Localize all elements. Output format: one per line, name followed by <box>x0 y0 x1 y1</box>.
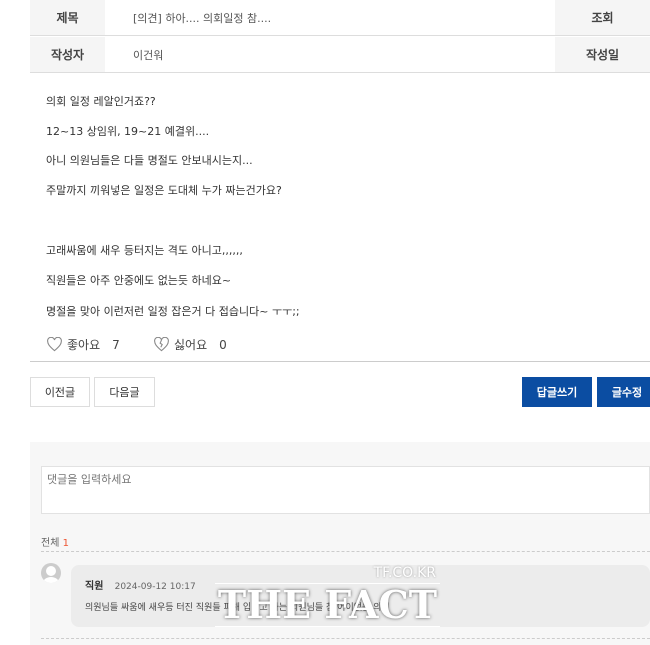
comment-author: 직원 <box>85 581 104 592</box>
comment-input[interactable] <box>41 466 650 514</box>
prev-post-button[interactable]: 이전글 <box>30 377 90 407</box>
user-icon <box>43 566 59 583</box>
body-line: 아니 의원님들은 다들 명절도 안보내시는지... <box>46 154 253 167</box>
views-label: 조회 <box>555 0 650 35</box>
total-label: 전체 <box>41 538 60 549</box>
comment-total: 전체 1 <box>41 534 69 549</box>
comment-meta: 직원 2024-09-12 10:17 <box>85 577 196 592</box>
author-label: 작성자 <box>30 37 105 72</box>
post-title: [의견] 하아.... 의회일정 참.... <box>133 11 272 25</box>
divider <box>41 551 650 552</box>
heart-icon <box>47 337 62 352</box>
like-count: 7 <box>112 337 120 352</box>
like-button[interactable]: 좋아요 7 <box>46 336 120 353</box>
comment-date: 2024-09-12 10:17 <box>114 582 196 592</box>
body-line: 직원들은 아주 안중에도 없는듯 하네요~ <box>46 274 232 287</box>
edit-button[interactable]: 글수정 <box>597 377 650 407</box>
total-count: 1 <box>62 538 69 549</box>
next-post-button[interactable]: 다음글 <box>94 377 155 407</box>
title-label: 제목 <box>30 0 105 35</box>
author-row: 작성자 이건워 작성일 <box>30 37 650 73</box>
date-label: 작성일 <box>555 37 650 72</box>
post-author: 이건워 <box>133 48 164 62</box>
broken-heart-icon <box>154 337 169 352</box>
comment-section: 전체 1 직원 2024-09-12 10:17 의원님들 싸움에 새우등 터진… <box>30 442 650 645</box>
reply-button[interactable]: 답글쓰기 <box>522 377 592 407</box>
divider <box>41 638 650 639</box>
title-row: 제목 [의견] 하아.... 의회일정 참.... 조회 <box>30 0 650 36</box>
divider <box>30 361 650 362</box>
comment-text: 의원님들 싸움에 새우등 터진 직원들 피해 입히고 하는 의원님들 참 어이없… <box>85 603 390 613</box>
body-line: 12~13 상임위, 19~21 예결위.... <box>46 125 210 138</box>
body-line: 의회 일정 레알인거죠?? <box>46 95 156 108</box>
body-line: 주말까지 끼워넣은 일정은 도대체 누가 짜는건가요? <box>46 184 282 197</box>
dislike-button[interactable]: 싫어요 0 <box>153 336 227 353</box>
avatar <box>41 563 61 583</box>
body-line: 명절을 맞아 이런저런 일정 잡은거 다 접습니다~ ㅜㅜ;; <box>46 305 300 318</box>
like-label: 좋아요 <box>67 338 101 352</box>
body-line: 고래싸움에 새우 등터지는 격도 아니고,,,,,, <box>46 244 243 257</box>
dislike-count: 0 <box>219 337 227 352</box>
dislike-label: 싫어요 <box>174 338 208 352</box>
comment-item: 직원 2024-09-12 10:17 의원님들 싸움에 새우등 터진 직원들 … <box>71 565 650 627</box>
